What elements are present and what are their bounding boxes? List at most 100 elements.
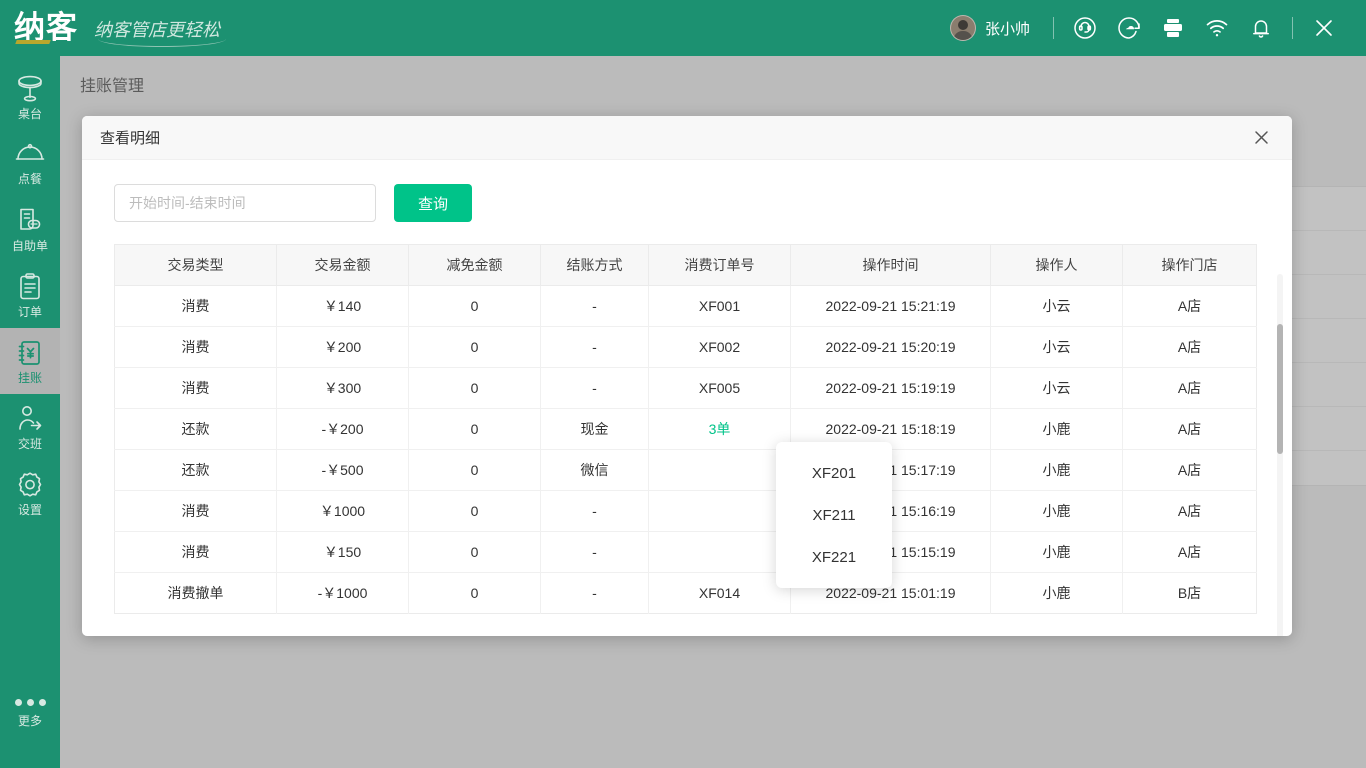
cell-operator: 小鹿 <box>991 573 1123 614</box>
table-row: 消费￥1400-XF0012022-09-21 15:21:19小云A店 <box>115 286 1257 327</box>
cell-amount: ￥150 <box>277 532 409 573</box>
sidebar-item-label: 挂账 <box>18 372 42 385</box>
modal-title: 查看明细 <box>100 127 160 148</box>
app-root: 纳客 纳客管店更轻松 张小帅 <box>0 0 1366 768</box>
cell-store: A店 <box>1123 532 1257 573</box>
scrollbar-thumb[interactable] <box>1277 324 1283 454</box>
cell-discount: 0 <box>409 409 541 450</box>
brand: 纳客 纳客管店更轻松 <box>0 11 220 45</box>
sidebar-item-order-food[interactable]: 点餐 <box>0 130 60 196</box>
sidebar-item-more[interactable]: 更多 <box>0 680 60 746</box>
user-chip[interactable]: 张小帅 <box>936 15 1044 41</box>
header-divider-2 <box>1292 17 1293 39</box>
cell-order-no: XF005 <box>649 368 791 409</box>
cell-discount: 0 <box>409 573 541 614</box>
cell-discount: 0 <box>409 491 541 532</box>
dots-icon <box>15 699 46 706</box>
cell-discount: 0 <box>409 286 541 327</box>
sidebar-item-table[interactable]: 桌台 <box>0 64 60 130</box>
table-header-row: 交易类型 交易金额 减免金额 结账方式 消费订单号 操作时间 操作人 操作门店 <box>115 245 1257 286</box>
sidebar: 桌台 点餐 自助单 订单 <box>0 56 60 768</box>
bell-icon[interactable] <box>1239 6 1283 50</box>
sidebar-item-self-order[interactable]: 自助单 <box>0 196 60 262</box>
order-list-popup: XF201XF211XF221 <box>776 442 892 588</box>
column-header-payment-method: 结账方式 <box>541 245 649 286</box>
cell-store: A店 <box>1123 327 1257 368</box>
column-header-amount: 交易金额 <box>277 245 409 286</box>
close-icon[interactable] <box>1248 125 1274 151</box>
cell-operate-time: 2022-09-21 15:19:19 <box>791 368 991 409</box>
table-row: 消费￥1500-2022-09-21 15:15:19小鹿A店 <box>115 532 1257 573</box>
cell-store: A店 <box>1123 409 1257 450</box>
close-icon[interactable] <box>1302 6 1346 50</box>
cell-amount: -￥500 <box>277 450 409 491</box>
cell-order-no <box>649 532 791 573</box>
cell-transaction-type: 消费 <box>115 532 277 573</box>
cell-discount: 0 <box>409 450 541 491</box>
sidebar-item-label: 交班 <box>18 438 42 451</box>
filter-bar: 查询 <box>114 184 1260 222</box>
table-body: 消费￥1400-XF0012022-09-21 15:21:19小云A店消费￥2… <box>115 286 1257 614</box>
order-popup-item[interactable]: XF201 <box>776 452 892 494</box>
sidebar-item-credit[interactable]: 挂账 <box>0 328 60 394</box>
sidebar-item-label: 更多 <box>18 715 42 728</box>
header-actions: 张小帅 <box>936 6 1366 50</box>
header-divider-1 <box>1053 17 1054 39</box>
cell-store: A店 <box>1123 368 1257 409</box>
cell-operator: 小鹿 <box>991 532 1123 573</box>
avatar <box>950 15 976 41</box>
modal-body: 查询 交易类型 交易金额 减免金额 结账方式 消费订单号 <box>82 160 1292 614</box>
cell-transaction-type: 还款 <box>115 409 277 450</box>
cell-payment-method: - <box>541 573 649 614</box>
detail-table-wrapper: 交易类型 交易金额 减免金额 结账方式 消费订单号 操作时间 操作人 操作门店 … <box>114 244 1256 614</box>
sidebar-item-label: 设置 <box>18 504 42 517</box>
cell-transaction-type: 消费 <box>115 286 277 327</box>
cell-amount: -￥200 <box>277 409 409 450</box>
date-range-input[interactable] <box>114 184 376 222</box>
table-row: 还款-￥2000现金3单2022-09-21 15:18:19小鹿A店 <box>115 409 1257 450</box>
cell-operator: 小云 <box>991 327 1123 368</box>
query-button[interactable]: 查询 <box>394 184 472 222</box>
modal-scrollbar[interactable] <box>1277 274 1283 636</box>
cell-operator: 小云 <box>991 286 1123 327</box>
modal-header: 查看明细 <box>82 116 1292 160</box>
cell-order-no: XF001 <box>649 286 791 327</box>
order-popup-item[interactable]: XF221 <box>776 536 892 578</box>
cell-amount: ￥200 <box>277 327 409 368</box>
sidebar-item-orders[interactable]: 订单 <box>0 262 60 328</box>
cell-amount: ￥300 <box>277 368 409 409</box>
table-row: 消费￥3000-XF0052022-09-21 15:19:19小云A店 <box>115 368 1257 409</box>
sidebar-item-settings[interactable]: 设置 <box>0 460 60 526</box>
printer-icon[interactable] <box>1151 6 1195 50</box>
cell-payment-method: - <box>541 368 649 409</box>
headset-icon[interactable] <box>1063 6 1107 50</box>
cell-amount: ￥1000 <box>277 491 409 532</box>
table-row: 还款-￥5000微信2022-09-21 15:17:19小鹿A店 <box>115 450 1257 491</box>
cell-store: A店 <box>1123 450 1257 491</box>
cell-order-no: XF002 <box>649 327 791 368</box>
wifi-icon[interactable] <box>1195 6 1239 50</box>
cell-operate-time: 2022-09-21 15:20:19 <box>791 327 991 368</box>
sidebar-item-label: 订单 <box>18 306 42 319</box>
sidebar-item-label: 桌台 <box>18 108 42 121</box>
cell-order-no <box>649 491 791 532</box>
column-header-order-no: 消费订单号 <box>649 245 791 286</box>
cell-transaction-type: 消费 <box>115 491 277 532</box>
order-count-link[interactable]: 3单 <box>709 421 731 437</box>
cell-operator: 小鹿 <box>991 491 1123 532</box>
cell-order-no[interactable]: 3单 <box>649 409 791 450</box>
cell-store: B店 <box>1123 573 1257 614</box>
cell-operator: 小鹿 <box>991 409 1123 450</box>
order-popup-item[interactable]: XF211 <box>776 494 892 536</box>
cell-amount: -￥1000 <box>277 573 409 614</box>
brand-slogan: 纳客管店更轻松 <box>94 16 220 42</box>
column-header-transaction-type: 交易类型 <box>115 245 277 286</box>
sidebar-item-label: 点餐 <box>18 173 42 186</box>
sidebar-item-shift[interactable]: 交班 <box>0 394 60 460</box>
column-header-discount: 减免金额 <box>409 245 541 286</box>
cell-transaction-type: 消费撤单 <box>115 573 277 614</box>
cell-discount: 0 <box>409 532 541 573</box>
cloud-sync-icon[interactable] <box>1107 6 1151 50</box>
cell-store: A店 <box>1123 286 1257 327</box>
user-name: 张小帅 <box>985 18 1030 39</box>
